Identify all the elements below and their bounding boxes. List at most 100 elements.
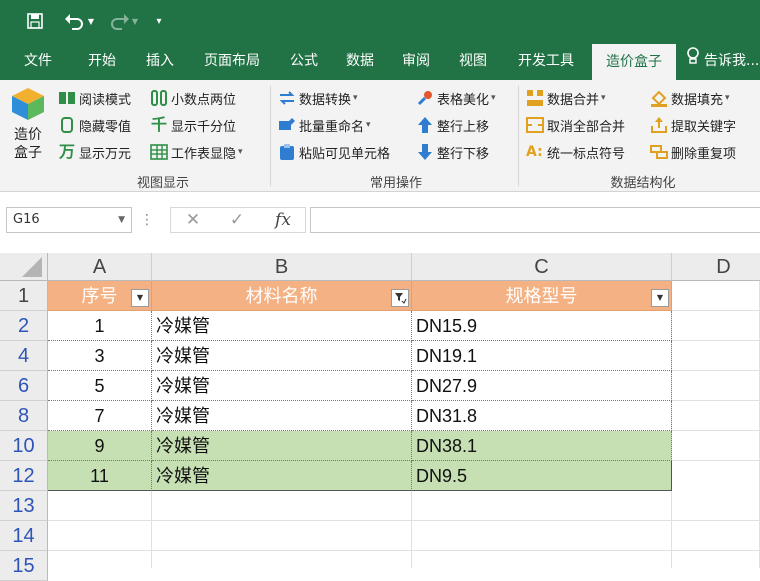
gridline [672,400,760,401]
filter-dropdown-icon[interactable]: ▼ [131,289,149,307]
row-header[interactable]: 14 [0,521,48,551]
table-cell[interactable]: 冷媒管 [152,311,412,341]
table-cell-highlighted[interactable]: 9 [48,431,152,461]
table-cell[interactable]: 冷媒管 [152,401,412,431]
tab-view[interactable]: 视图 [446,42,500,80]
unmerge-all-button[interactable]: 取消全部合并 [526,113,625,137]
name-box[interactable]: G16 ▼ [6,207,132,233]
extract-keyword-button[interactable]: 提取关键字 [650,113,736,137]
table-cell-highlighted[interactable]: 11 [48,461,152,491]
ribbon-tabs: 文件 开始 插入 页面布局 公式 数据 审阅 视图 开发工具 造价盒子 告诉我.… [0,42,760,80]
tab-developer[interactable]: 开发工具 [506,42,586,80]
column-header-a[interactable]: A [48,253,152,281]
table-cell[interactable]: 1 [48,311,152,341]
table-header-cell[interactable]: 规格型号 [412,281,672,311]
tab-review[interactable]: 审阅 [390,42,442,80]
save-icon[interactable] [22,8,48,34]
reading-mode-button[interactable]: 阅读模式 [58,86,131,110]
undo-icon[interactable]: ▼ [60,8,98,34]
row-header[interactable]: 1 [0,281,48,311]
data-convert-button[interactable]: 数据转换 ▾ [278,86,358,110]
table-cell[interactable]: 3 [48,341,152,371]
gridline [672,310,760,311]
row-header[interactable]: 10 [0,431,48,461]
zaojia-box-button[interactable]: 造价 盒子 [6,86,50,170]
paste-visible-button[interactable]: 粘贴可见单元格 [278,140,390,164]
gridline [672,430,760,431]
filter-dropdown-icon[interactable]: ▼ [651,289,669,307]
tab-zaojia-box[interactable]: 造价盒子 [592,44,676,80]
cancel-icon[interactable]: ✕ [178,207,208,233]
batch-rename-button[interactable]: 批量重命名 ▾ [278,113,371,137]
table-cell[interactable]: 5 [48,371,152,401]
column-header-c[interactable]: C [412,253,672,281]
confirm-icon[interactable]: ✓ [222,207,252,233]
row-header[interactable]: 13 [0,491,48,521]
redo-icon[interactable]: ▼ [104,8,142,34]
thousand-icon: 千 [150,115,167,134]
table-cell-highlighted[interactable]: DN38.1 [412,431,672,461]
table-beautify-button[interactable]: 表格美化 ▾ [416,86,496,110]
table-cell[interactable]: DN27.9 [412,371,672,401]
table-cell[interactable]: 冷媒管 [152,341,412,371]
group-divider [518,86,519,186]
move-row-down-button[interactable]: 整行下移 [416,140,489,164]
tab-tell-me[interactable]: 告诉我... [686,42,760,80]
thousands-sep-button[interactable]: 千 显示千分位 [150,113,236,137]
row-header[interactable]: 4 [0,341,48,371]
more-icon: ⋮ [140,212,154,228]
chevron-down-icon[interactable]: ▼ [118,208,125,232]
data-merge-button[interactable]: 数据合并 ▾ [526,86,606,110]
table-header-cell[interactable]: 材料名称 [152,281,412,311]
two-decimals-label: 小数点两位 [171,92,237,108]
gridline [672,460,760,461]
customize-icon[interactable]: ▾ [150,8,168,34]
tab-file[interactable]: 文件 [10,42,66,80]
tab-page-layout[interactable]: 页面布局 [192,42,272,80]
two-decimals-button[interactable]: 小数点两位 [150,86,236,110]
column-header-d[interactable]: D [672,253,760,281]
decimal-icon [150,89,168,107]
row-header[interactable]: 2 [0,311,48,341]
filter-active-icon[interactable] [391,289,409,307]
sheet-visibility-button[interactable]: 工作表显隐 ▾ [150,140,243,164]
row-header[interactable]: 6 [0,371,48,401]
cube-icon [10,86,46,122]
table-beautify-label: 表格美化 [437,92,490,108]
column-header-b[interactable]: B [152,253,412,281]
fx-icon[interactable]: fx [268,207,298,233]
row-header[interactable]: 8 [0,401,48,431]
tab-home[interactable]: 开始 [74,42,130,80]
unify-punctuation-label: 统一标点符号 [547,146,626,162]
table-cell-highlighted[interactable]: DN9.5 [412,461,672,491]
merge-icon [526,89,544,107]
gridline [48,520,760,521]
table-cell[interactable]: DN15.9 [412,311,672,341]
table-cell[interactable]: DN31.8 [412,401,672,431]
show-wan-button[interactable]: 万 显示万元 [58,140,131,164]
table-cell[interactable]: 7 [48,401,152,431]
tab-insert[interactable]: 插入 [132,42,188,80]
table-cell-highlighted[interactable]: 冷媒管 [152,431,412,461]
formula-input[interactable] [310,207,760,233]
hide-zero-button[interactable]: 隐藏零值 [58,113,131,137]
brush-icon [416,89,434,107]
row-header[interactable]: 12 [0,461,48,491]
big-button-label-1: 造价 [14,127,42,143]
worksheet-grid: A B C D 1 2 4 6 8 10 12 13 14 15 序号 ▼ 材料… [0,253,760,581]
data-convert-label: 数据转换 [299,92,352,108]
extract-keyword-label: 提取关键字 [671,119,737,135]
table-cell-highlighted[interactable]: 冷媒管 [152,461,412,491]
data-fill-button[interactable]: 数据填充 ▾ [650,86,730,110]
select-all-corner[interactable] [0,253,48,281]
remove-duplicates-button[interactable]: 删除重复项 [650,140,736,164]
tab-data[interactable]: 数据 [334,42,386,80]
table-cell[interactable]: DN19.1 [412,341,672,371]
move-row-up-button[interactable]: 整行上移 [416,113,489,137]
table-cell[interactable]: 冷媒管 [152,371,412,401]
header-material-label: 材料名称 [245,286,318,306]
tab-formulas[interactable]: 公式 [278,42,330,80]
wan-icon: 万 [58,142,75,161]
row-header[interactable]: 15 [0,551,48,581]
unify-punctuation-button[interactable]: A: 统一标点符号 [526,140,625,164]
